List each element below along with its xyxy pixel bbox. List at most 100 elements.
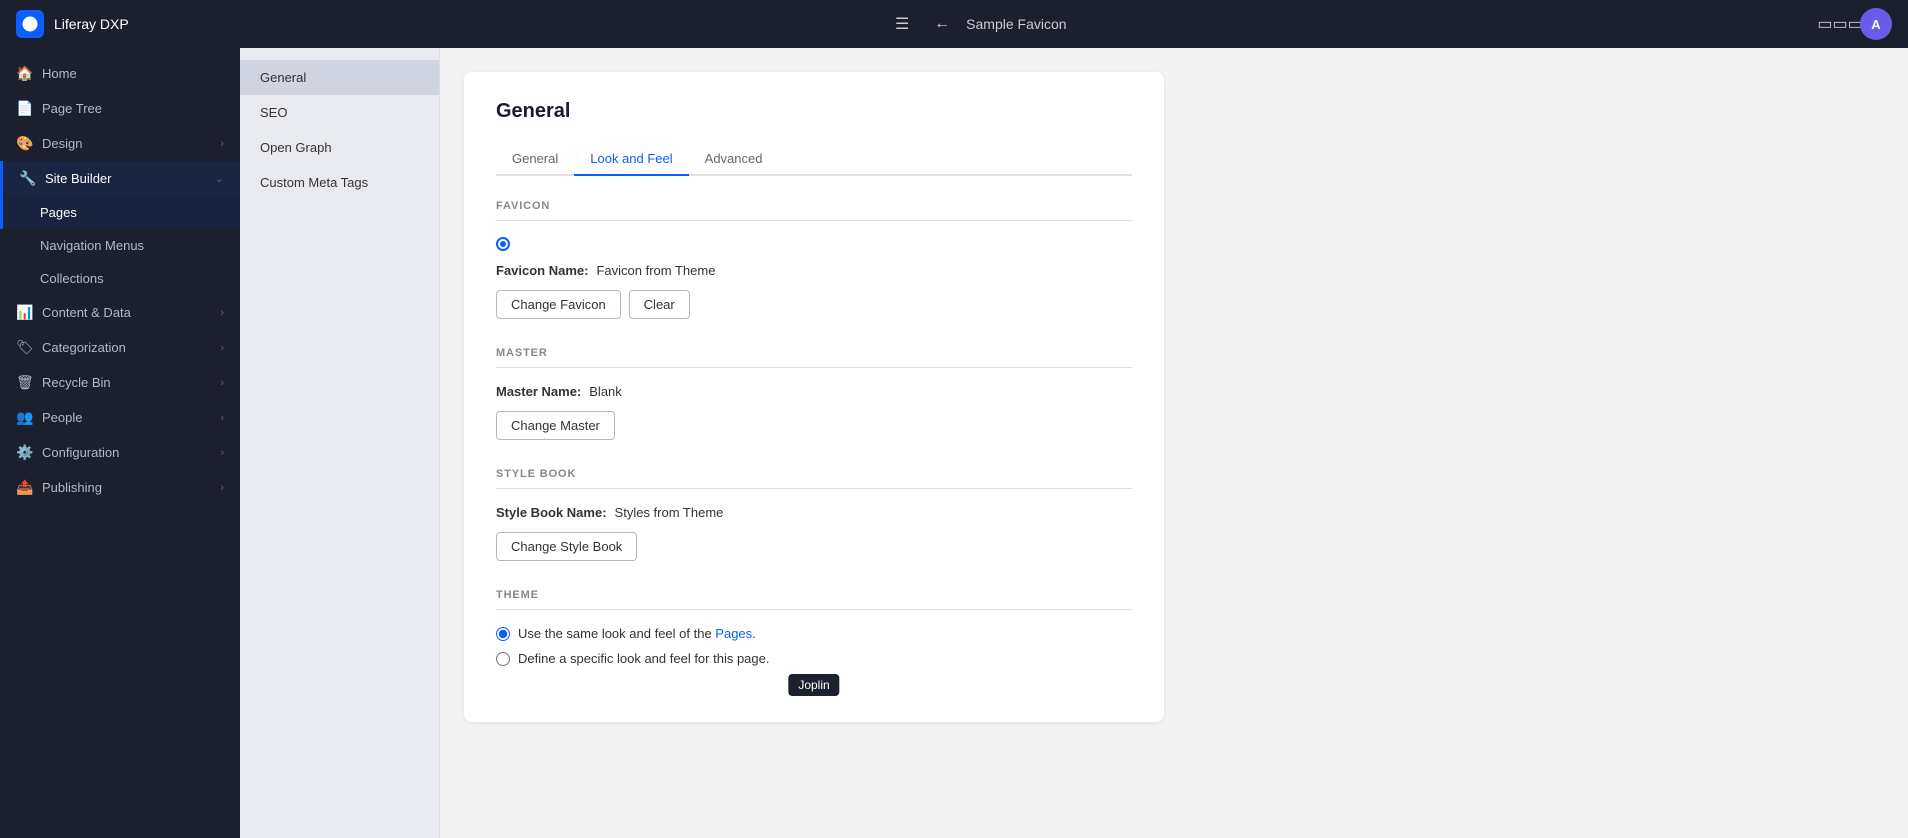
master-section: MASTER Master Name: Blank Change Master — [496, 347, 1132, 440]
sidebar-item-label: Pages — [40, 205, 224, 220]
layout: 🏠 Home 📄 Page Tree 🎨 Design › 🔧 Site Bui… — [0, 0, 1908, 838]
categorization-icon: 🏷 — [16, 339, 32, 356]
content-card: General General Look and Feel Advanced F… — [464, 72, 1164, 722]
chevron-right-icon: › — [220, 412, 224, 424]
style-book-section: STYLE BOOK Style Book Name: Styles from … — [496, 468, 1132, 561]
sidebar-item-site-builder[interactable]: 🔧 Site Builder ⌄ — [0, 161, 240, 196]
sidebar-item-label: Page Tree — [42, 101, 224, 116]
settings-nav-general[interactable]: General — [240, 60, 439, 95]
tooltip-container: Define a specific look and feel for this… — [496, 651, 1132, 666]
pages-link[interactable]: Pages — [715, 626, 752, 641]
joplin-tooltip: Joplin — [788, 674, 839, 696]
sidebar-item-publishing[interactable]: 📤 Publishing › — [0, 470, 240, 505]
theme-radio-same-look-label: Use the same look and feel of the Pages. — [518, 626, 756, 641]
clear-favicon-button[interactable]: Clear — [629, 290, 690, 319]
sidebar-item-page-tree[interactable]: 📄 Page Tree — [0, 91, 240, 126]
sidebar-item-label: Collections — [40, 271, 224, 286]
chevron-right-icon: › — [220, 307, 224, 319]
settings-nav-open-graph[interactable]: Open Graph — [240, 130, 439, 165]
sidebar-item-recycle-bin[interactable]: 🗑 Recycle Bin › — [0, 365, 240, 400]
sidebar-item-label: Configuration — [42, 445, 210, 460]
tabs: General Look and Feel Advanced — [496, 143, 1132, 176]
recycle-bin-icon: 🗑 — [16, 374, 32, 391]
theme-radio-same-look-input[interactable] — [496, 627, 510, 641]
sidebar-item-label: People — [42, 410, 210, 425]
theme-radio-define-look[interactable]: Define a specific look and feel for this… — [496, 651, 1132, 666]
tab-general[interactable]: General — [496, 143, 574, 176]
theme-header: THEME — [496, 589, 1132, 610]
theme-radio-same-look[interactable]: Use the same look and feel of the Pages. — [496, 626, 1132, 641]
chevron-right-icon: › — [220, 482, 224, 494]
favicon-header: FAVICON — [496, 200, 1132, 221]
settings-nav-custom-meta-tags[interactable]: Custom Meta Tags — [240, 165, 439, 200]
card-title: General — [496, 100, 1132, 123]
theme-radio-define-look-label: Define a specific look and feel for this… — [518, 651, 769, 666]
change-master-button[interactable]: Change Master — [496, 411, 615, 440]
sidebar-item-pages[interactable]: Pages — [0, 196, 240, 229]
home-icon: 🏠 — [16, 65, 32, 82]
topbar: Liferay DXP ☰ ← Sample Favicon ▭▭▭ A — [0, 0, 1908, 48]
favicon-radio-selected[interactable] — [496, 237, 510, 251]
change-style-book-button[interactable]: Change Style Book — [496, 532, 637, 561]
sidebar-item-label: Design — [42, 136, 210, 151]
master-btn-group: Change Master — [496, 411, 1132, 440]
sidebar-item-label: Publishing — [42, 480, 210, 495]
theme-radio-define-look-input[interactable] — [496, 652, 510, 666]
content-data-icon: 📊 — [16, 304, 32, 321]
publishing-icon: 📤 — [16, 479, 32, 496]
sidebar-item-label: Content & Data — [42, 305, 210, 320]
change-favicon-button[interactable]: Change Favicon — [496, 290, 621, 319]
sidebar-item-content-data[interactable]: 📊 Content & Data › — [0, 295, 240, 330]
sidebar-item-home[interactable]: 🏠 Home — [0, 56, 240, 91]
topbar-left: Liferay DXP — [16, 10, 129, 38]
design-icon: 🎨 — [16, 135, 32, 152]
tab-look-and-feel[interactable]: Look and Feel — [574, 143, 688, 176]
style-book-header: STYLE BOOK — [496, 468, 1132, 489]
sidebar-item-label: Navigation Menus — [40, 238, 224, 253]
radio-inner-dot — [500, 241, 506, 247]
sidebar-item-collections[interactable]: Collections — [0, 262, 240, 295]
style-book-name-row: Style Book Name: Styles from Theme — [496, 505, 1132, 520]
topbar-actions: ▭▭▭ A — [1824, 8, 1892, 40]
sidebar-item-people[interactable]: 👥 People › — [0, 400, 240, 435]
apps-button[interactable]: ▭▭▭ — [1824, 8, 1856, 40]
app-title: Liferay DXP — [54, 16, 129, 32]
favicon-name-label: Favicon Name: — [496, 263, 588, 278]
site-builder-icon: 🔧 — [19, 170, 35, 187]
sidebar-item-label: Home — [42, 66, 224, 81]
liferay-logo[interactable] — [16, 10, 44, 38]
theme-radio-group: Use the same look and feel of the Pages.… — [496, 626, 1132, 666]
tab-advanced[interactable]: Advanced — [689, 143, 779, 176]
sidebar-item-design[interactable]: 🎨 Design › — [0, 126, 240, 161]
settings-nav: General SEO Open Graph Custom Meta Tags — [240, 48, 440, 838]
favicon-name-value: Favicon from Theme — [596, 263, 715, 278]
sidebar-item-navigation-menus[interactable]: Navigation Menus — [0, 229, 240, 262]
sidebar-item-label: Site Builder — [45, 171, 205, 186]
master-name-value: Blank — [589, 384, 622, 399]
people-icon: 👥 — [16, 409, 32, 426]
user-avatar[interactable]: A — [1860, 8, 1892, 40]
settings-nav-seo[interactable]: SEO — [240, 95, 439, 130]
master-name-label: Master Name: — [496, 384, 581, 399]
page-name: Sample Favicon — [966, 16, 1066, 32]
chevron-right-icon: › — [220, 377, 224, 389]
sidebar-item-categorization[interactable]: 🏷 Categorization › — [0, 330, 240, 365]
topbar-breadcrumb: ☰ ← Sample Favicon — [886, 8, 1066, 40]
toggle-sidebar-button[interactable]: ☰ — [886, 8, 918, 40]
sidebar-item-configuration[interactable]: ⚙️ Configuration › — [0, 435, 240, 470]
chevron-right-icon: › — [220, 138, 224, 150]
sidebar-item-label: Recycle Bin — [42, 375, 210, 390]
favicon-btn-group: Change Favicon Clear — [496, 290, 1132, 319]
sidebar-item-label: Categorization — [42, 340, 210, 355]
style-book-btn-group: Change Style Book — [496, 532, 1132, 561]
chevron-right-icon: › — [220, 447, 224, 459]
sidebar: 🏠 Home 📄 Page Tree 🎨 Design › 🔧 Site Bui… — [0, 48, 240, 838]
back-button[interactable]: ← — [926, 8, 958, 40]
favicon-name-row: Favicon Name: Favicon from Theme — [496, 263, 1132, 278]
favicon-radio-row — [496, 237, 1132, 251]
theme-section: THEME Use the same look and feel of the … — [496, 589, 1132, 666]
master-name-row: Master Name: Blank — [496, 384, 1132, 399]
style-book-name-label: Style Book Name: — [496, 505, 607, 520]
style-book-name-value: Styles from Theme — [615, 505, 724, 520]
main-content: General SEO Open Graph Custom Meta Tags … — [240, 48, 1908, 838]
